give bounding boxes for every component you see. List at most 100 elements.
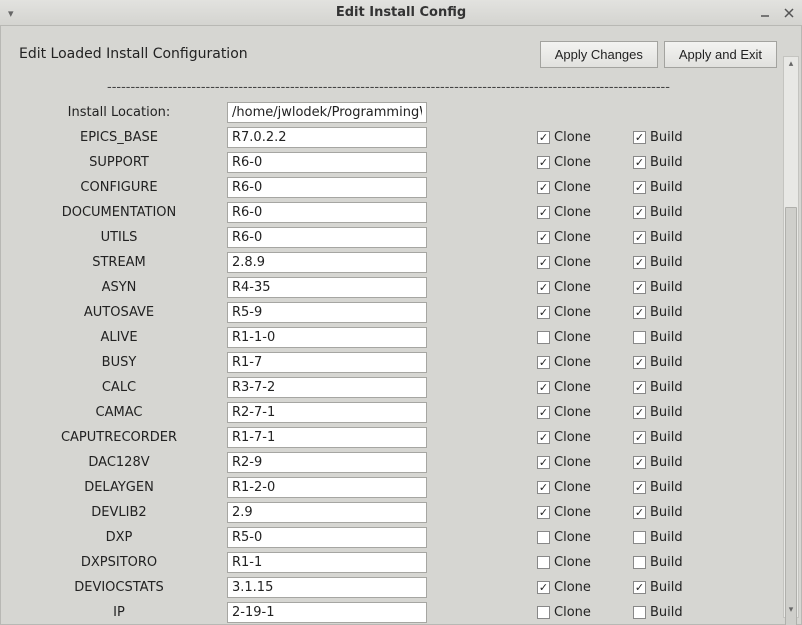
config-value-input[interactable] <box>227 327 427 348</box>
build-label: Build <box>650 430 683 445</box>
config-row: BUSY✓Clone✓Build <box>17 350 777 375</box>
scrollbar-down-icon[interactable]: ▾ <box>784 603 798 617</box>
clone-checkbox[interactable]: ✓ <box>537 181 550 194</box>
build-checkbox-wrap: ✓ Build <box>633 355 713 370</box>
config-value-input[interactable] <box>227 402 427 423</box>
build-label: Build <box>650 355 683 370</box>
clone-checkbox-wrap: ✓Clone <box>537 305 617 320</box>
clone-label: Clone <box>554 230 591 245</box>
config-value-input[interactable] <box>227 202 427 223</box>
clone-checkbox[interactable]: ✓ <box>537 431 550 444</box>
apply-changes-button[interactable]: Apply Changes <box>540 41 658 68</box>
build-checkbox[interactable]: ✓ <box>633 206 646 219</box>
build-checkbox[interactable] <box>633 606 646 619</box>
clone-checkbox[interactable]: ✓ <box>537 131 550 144</box>
clone-label: Clone <box>554 255 591 270</box>
config-row: ASYN✓Clone✓Build <box>17 275 777 300</box>
clone-checkbox[interactable]: ✓ <box>537 306 550 319</box>
install-location-input[interactable] <box>227 102 427 123</box>
config-value-input[interactable] <box>227 302 427 323</box>
config-row: ALIVECloneBuild <box>17 325 777 350</box>
config-value-input[interactable] <box>227 377 427 398</box>
build-checkbox[interactable]: ✓ <box>633 181 646 194</box>
clone-checkbox[interactable]: ✓ <box>537 256 550 269</box>
build-checkbox[interactable]: ✓ <box>633 581 646 594</box>
build-checkbox[interactable]: ✓ <box>633 231 646 244</box>
window-menu-icon[interactable]: ▾ <box>8 0 14 26</box>
scrollbar-up-icon[interactable]: ▴ <box>784 57 798 71</box>
config-value-input[interactable] <box>227 227 427 248</box>
clone-checkbox[interactable]: ✓ <box>537 456 550 469</box>
build-checkbox[interactable]: ✓ <box>633 406 646 419</box>
clone-checkbox[interactable] <box>537 556 550 569</box>
config-label: ALIVE <box>17 330 227 345</box>
clone-checkbox[interactable]: ✓ <box>537 156 550 169</box>
config-value-input[interactable] <box>227 127 427 148</box>
config-row: SUPPORT✓Clone✓Build <box>17 150 777 175</box>
clone-checkbox-wrap: ✓Clone <box>537 155 617 170</box>
build-checkbox[interactable] <box>633 556 646 569</box>
build-checkbox[interactable]: ✓ <box>633 381 646 394</box>
build-checkbox[interactable]: ✓ <box>633 356 646 369</box>
build-label: Build <box>650 180 683 195</box>
clone-checkbox[interactable]: ✓ <box>537 231 550 244</box>
config-value-input[interactable] <box>227 552 427 573</box>
config-row: DOCUMENTATION✓Clone✓Build <box>17 200 777 225</box>
config-label: AUTOSAVE <box>17 305 227 320</box>
clone-checkbox[interactable]: ✓ <box>537 206 550 219</box>
build-checkbox[interactable]: ✓ <box>633 306 646 319</box>
clone-checkbox[interactable]: ✓ <box>537 381 550 394</box>
build-label: Build <box>650 155 683 170</box>
config-label: DXPSITORO <box>17 555 227 570</box>
clone-checkbox[interactable] <box>537 531 550 544</box>
config-value-input[interactable] <box>227 427 427 448</box>
clone-checkbox-wrap: ✓Clone <box>537 480 617 495</box>
clone-checkbox[interactable] <box>537 606 550 619</box>
config-value-input[interactable] <box>227 527 427 548</box>
scrollbar-thumb[interactable] <box>785 207 797 625</box>
config-value-input[interactable] <box>227 277 427 298</box>
build-checkbox[interactable]: ✓ <box>633 256 646 269</box>
clone-label: Clone <box>554 555 591 570</box>
config-value-input[interactable] <box>227 452 427 473</box>
build-checkbox[interactable]: ✓ <box>633 456 646 469</box>
config-label: CAPUTRECORDER <box>17 430 227 445</box>
config-label: STREAM <box>17 255 227 270</box>
clone-checkbox[interactable]: ✓ <box>537 406 550 419</box>
config-label: CAMAC <box>17 405 227 420</box>
clone-checkbox[interactable]: ✓ <box>537 356 550 369</box>
config-value-input[interactable] <box>227 577 427 598</box>
build-checkbox[interactable]: ✓ <box>633 281 646 294</box>
config-row: CONFIGURE✓Clone✓Build <box>17 175 777 200</box>
config-value-input[interactable] <box>227 602 427 623</box>
config-row: DEVLIB2✓Clone✓Build <box>17 500 777 525</box>
build-checkbox[interactable]: ✓ <box>633 431 646 444</box>
config-row: DEVIOCSTATS✓Clone✓Build <box>17 575 777 600</box>
clone-checkbox[interactable] <box>537 331 550 344</box>
config-value-input[interactable] <box>227 477 427 498</box>
clone-checkbox[interactable]: ✓ <box>537 481 550 494</box>
clone-checkbox[interactable]: ✓ <box>537 506 550 519</box>
build-checkbox[interactable] <box>633 531 646 544</box>
config-value-input[interactable] <box>227 252 427 273</box>
config-label: CONFIGURE <box>17 180 227 195</box>
config-value-input[interactable] <box>227 177 427 198</box>
build-checkbox[interactable]: ✓ <box>633 506 646 519</box>
build-checkbox[interactable]: ✓ <box>633 131 646 144</box>
build-checkbox[interactable]: ✓ <box>633 481 646 494</box>
config-value-input[interactable] <box>227 352 427 373</box>
apply-and-exit-button[interactable]: Apply and Exit <box>664 41 777 68</box>
window-minimize-icon[interactable] <box>758 6 772 20</box>
clone-label: Clone <box>554 280 591 295</box>
config-row: IPCloneBuild <box>17 600 777 625</box>
window-close-icon[interactable] <box>782 6 796 20</box>
vertical-scrollbar[interactable]: ▴ ▾ <box>783 56 799 618</box>
build-checkbox[interactable]: ✓ <box>633 156 646 169</box>
build-checkbox-wrap: ✓Build <box>633 280 713 295</box>
clone-checkbox[interactable]: ✓ <box>537 581 550 594</box>
config-label: DAC128V <box>17 455 227 470</box>
build-checkbox[interactable] <box>633 331 646 344</box>
clone-checkbox[interactable]: ✓ <box>537 281 550 294</box>
config-value-input[interactable] <box>227 152 427 173</box>
config-value-input[interactable] <box>227 502 427 523</box>
